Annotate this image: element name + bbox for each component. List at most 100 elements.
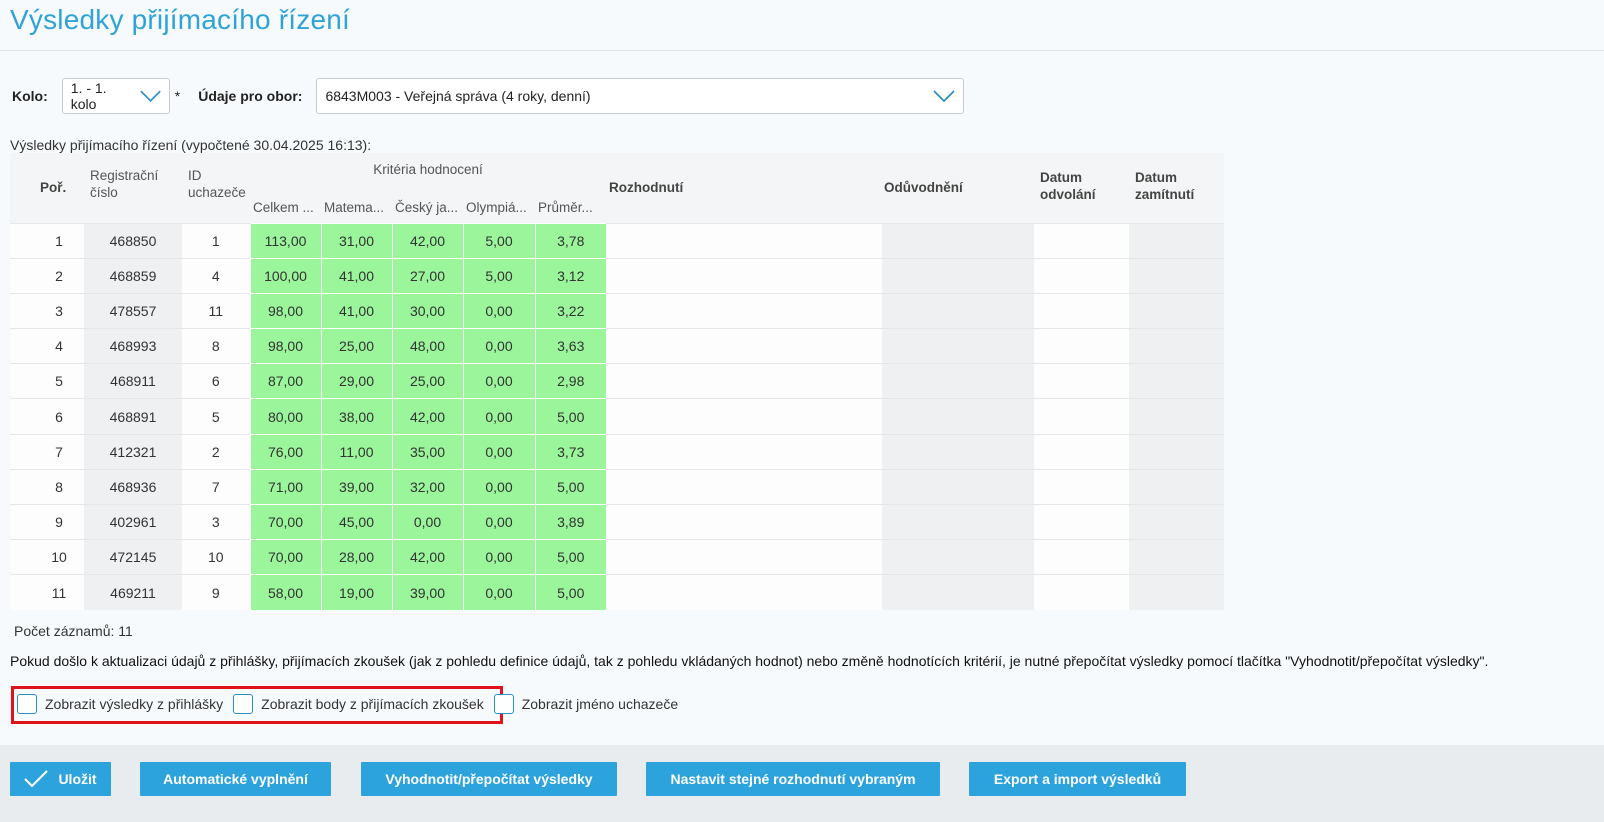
applicant-id-cell: 8 — [182, 328, 250, 364]
datum-odvolani-cell[interactable] — [1034, 222, 1130, 259]
row-select-cell[interactable] — [10, 257, 34, 294]
results-caption: Výsledky přijímacího řízení (vypočtené 3… — [10, 137, 372, 153]
table-row[interactable]: 6 468891 5 80,00 38,00 42,00 0,00 5,00 — [10, 398, 1225, 435]
checkbox-box[interactable] — [493, 694, 514, 714]
rozhodnuti-cell[interactable] — [606, 398, 883, 435]
header-rozhodnuti[interactable]: Rozhodnutí — [606, 153, 883, 223]
table-row[interactable]: 9 402961 3 70,00 45,00 0,00 0,00 3,89 — [10, 503, 1225, 540]
row-select-cell[interactable] — [10, 292, 34, 329]
row-select-cell[interactable] — [10, 574, 34, 611]
datum-odvolani-cell[interactable] — [1034, 328, 1130, 364]
datum-zamitnuti-cell[interactable] — [1129, 398, 1225, 435]
row-select-cell[interactable] — [10, 539, 34, 575]
checkbox-show-applicant-name[interactable]: Zobrazit jméno uchazeče — [493, 694, 678, 714]
table-row[interactable]: 2 468859 4 100,00 41,00 27,00 5,00 3,12 — [10, 257, 1225, 294]
datum-zamitnuti-cell[interactable] — [1129, 257, 1225, 294]
olympiada-cell: 5,00 — [462, 222, 535, 259]
datum-zamitnuti-cell[interactable] — [1129, 433, 1225, 470]
oduvodneni-cell[interactable] — [882, 503, 1035, 540]
prumer-cell: 5,00 — [534, 539, 607, 575]
checkbox-show-exam-points[interactable]: Zobrazit body z přijímacích zkoušek — [233, 694, 484, 714]
header-oduvodneni[interactable]: Odůvodnění — [882, 153, 1035, 223]
row-select-cell[interactable] — [10, 363, 34, 399]
header-datum-odvolani[interactable]: Datum odvolání — [1034, 153, 1130, 223]
datum-zamitnuti-cell[interactable] — [1129, 539, 1225, 575]
row-select-cell[interactable] — [10, 222, 34, 259]
datum-odvolani-cell[interactable] — [1034, 574, 1130, 611]
datum-odvolani-cell[interactable] — [1034, 503, 1130, 540]
oduvodneni-cell[interactable] — [882, 363, 1035, 399]
table-row[interactable]: 8 468936 7 71,00 39,00 32,00 0,00 5,00 — [10, 468, 1225, 505]
evaluate-button[interactable]: Vyhodnotit/přepočítat výsledky — [361, 762, 617, 796]
rozhodnuti-cell[interactable] — [606, 468, 883, 505]
header-celkem[interactable]: Celkem ... — [250, 189, 321, 223]
rozhodnuti-cell[interactable] — [606, 328, 883, 364]
rozhodnuti-cell[interactable] — [606, 433, 883, 470]
header-datum-zamitnuti[interactable]: Datum zamítnutí — [1129, 153, 1225, 223]
datum-zamitnuti-cell[interactable] — [1129, 222, 1225, 259]
header-registracni-cislo[interactable]: Registrační číslo — [84, 153, 182, 223]
oduvodneni-cell[interactable] — [882, 292, 1035, 329]
oduvodneni-cell[interactable] — [882, 539, 1035, 575]
oduvodneni-cell[interactable] — [882, 574, 1035, 611]
obor-select[interactable]: 6843M003 - Veřejná správa (4 roky, denní… — [316, 78, 965, 114]
rozhodnuti-cell[interactable] — [606, 539, 883, 575]
datum-odvolani-cell[interactable] — [1034, 292, 1130, 329]
rozhodnuti-cell[interactable] — [606, 503, 883, 540]
datum-zamitnuti-cell[interactable] — [1129, 363, 1225, 399]
celkem-cell: 98,00 — [249, 328, 321, 364]
datum-zamitnuti-cell[interactable] — [1129, 574, 1225, 611]
checkbox-box[interactable] — [17, 694, 37, 714]
table-row[interactable]: 1 468850 1 113,00 31,00 42,00 5,00 3,78 — [10, 222, 1225, 259]
kolo-select[interactable]: 1. - 1. kolo — [61, 78, 170, 114]
datum-odvolani-cell[interactable] — [1034, 468, 1130, 505]
row-select-cell[interactable] — [10, 398, 34, 435]
checkbox-box[interactable] — [233, 694, 254, 714]
por-cell: 5 — [34, 363, 84, 399]
datum-odvolani-cell[interactable] — [1034, 539, 1130, 575]
header-cesky-jazyk[interactable]: Český ja... — [392, 189, 463, 223]
rozhodnuti-cell[interactable] — [606, 363, 883, 399]
table-row[interactable]: 3 478557 11 98,00 41,00 30,00 0,00 3,22 — [10, 292, 1225, 329]
save-button[interactable]: Uložit — [10, 762, 111, 796]
rozhodnuti-cell[interactable] — [606, 574, 883, 611]
datum-odvolani-cell[interactable] — [1034, 433, 1130, 470]
checkbox-show-application-results[interactable]: Zobrazit výsledky z přihlášky — [17, 694, 223, 714]
datum-odvolani-cell[interactable] — [1034, 363, 1130, 399]
rozhodnuti-cell[interactable] — [606, 292, 883, 329]
header-id-uchazece[interactable]: ID uchazeče — [182, 153, 250, 223]
matematika-cell: 19,00 — [320, 574, 392, 611]
table-row[interactable]: 5 468911 6 87,00 29,00 25,00 0,00 2,98 — [10, 363, 1225, 399]
table-row[interactable]: 4 468993 8 98,00 25,00 48,00 0,00 3,63 — [10, 328, 1225, 364]
celkem-cell: 98,00 — [249, 292, 321, 329]
datum-zamitnuti-cell[interactable] — [1129, 468, 1225, 505]
export-import-button[interactable]: Export a import výsledků — [969, 762, 1186, 796]
oduvodneni-cell[interactable] — [882, 433, 1035, 470]
row-select-cell[interactable] — [10, 468, 34, 505]
prumer-cell: 3,12 — [534, 257, 607, 294]
header-por[interactable]: Poř. — [34, 153, 84, 223]
row-select-cell[interactable] — [10, 433, 34, 470]
oduvodneni-cell[interactable] — [882, 328, 1035, 364]
oduvodneni-cell[interactable] — [882, 222, 1035, 259]
oduvodneni-cell[interactable] — [882, 257, 1035, 294]
oduvodneni-cell[interactable] — [882, 398, 1035, 435]
rozhodnuti-cell[interactable] — [606, 257, 883, 294]
header-olympiada[interactable]: Olympiá... — [463, 189, 535, 223]
autofill-button[interactable]: Automatické vyplnění — [140, 762, 331, 796]
table-row[interactable]: 10 472145 10 70,00 28,00 42,00 0,00 5,00 — [10, 539, 1225, 575]
row-select-cell[interactable] — [10, 328, 34, 364]
set-same-decision-button[interactable]: Nastavit stejné rozhodnutí vybraným — [646, 762, 940, 796]
datum-zamitnuti-cell[interactable] — [1129, 292, 1225, 329]
oduvodneni-cell[interactable] — [882, 468, 1035, 505]
table-row[interactable]: 11 469211 9 58,00 19,00 39,00 0,00 5,00 — [10, 574, 1225, 611]
row-select-cell[interactable] — [10, 503, 34, 540]
header-matematika[interactable]: Matema... — [321, 189, 392, 223]
datum-odvolani-cell[interactable] — [1034, 257, 1130, 294]
rozhodnuti-cell[interactable] — [606, 222, 883, 259]
header-prumer[interactable]: Průměr... — [535, 189, 607, 223]
table-row[interactable]: 7 412321 2 76,00 11,00 35,00 0,00 3,73 — [10, 433, 1225, 470]
datum-odvolani-cell[interactable] — [1034, 398, 1130, 435]
datum-zamitnuti-cell[interactable] — [1129, 503, 1225, 540]
datum-zamitnuti-cell[interactable] — [1129, 328, 1225, 364]
